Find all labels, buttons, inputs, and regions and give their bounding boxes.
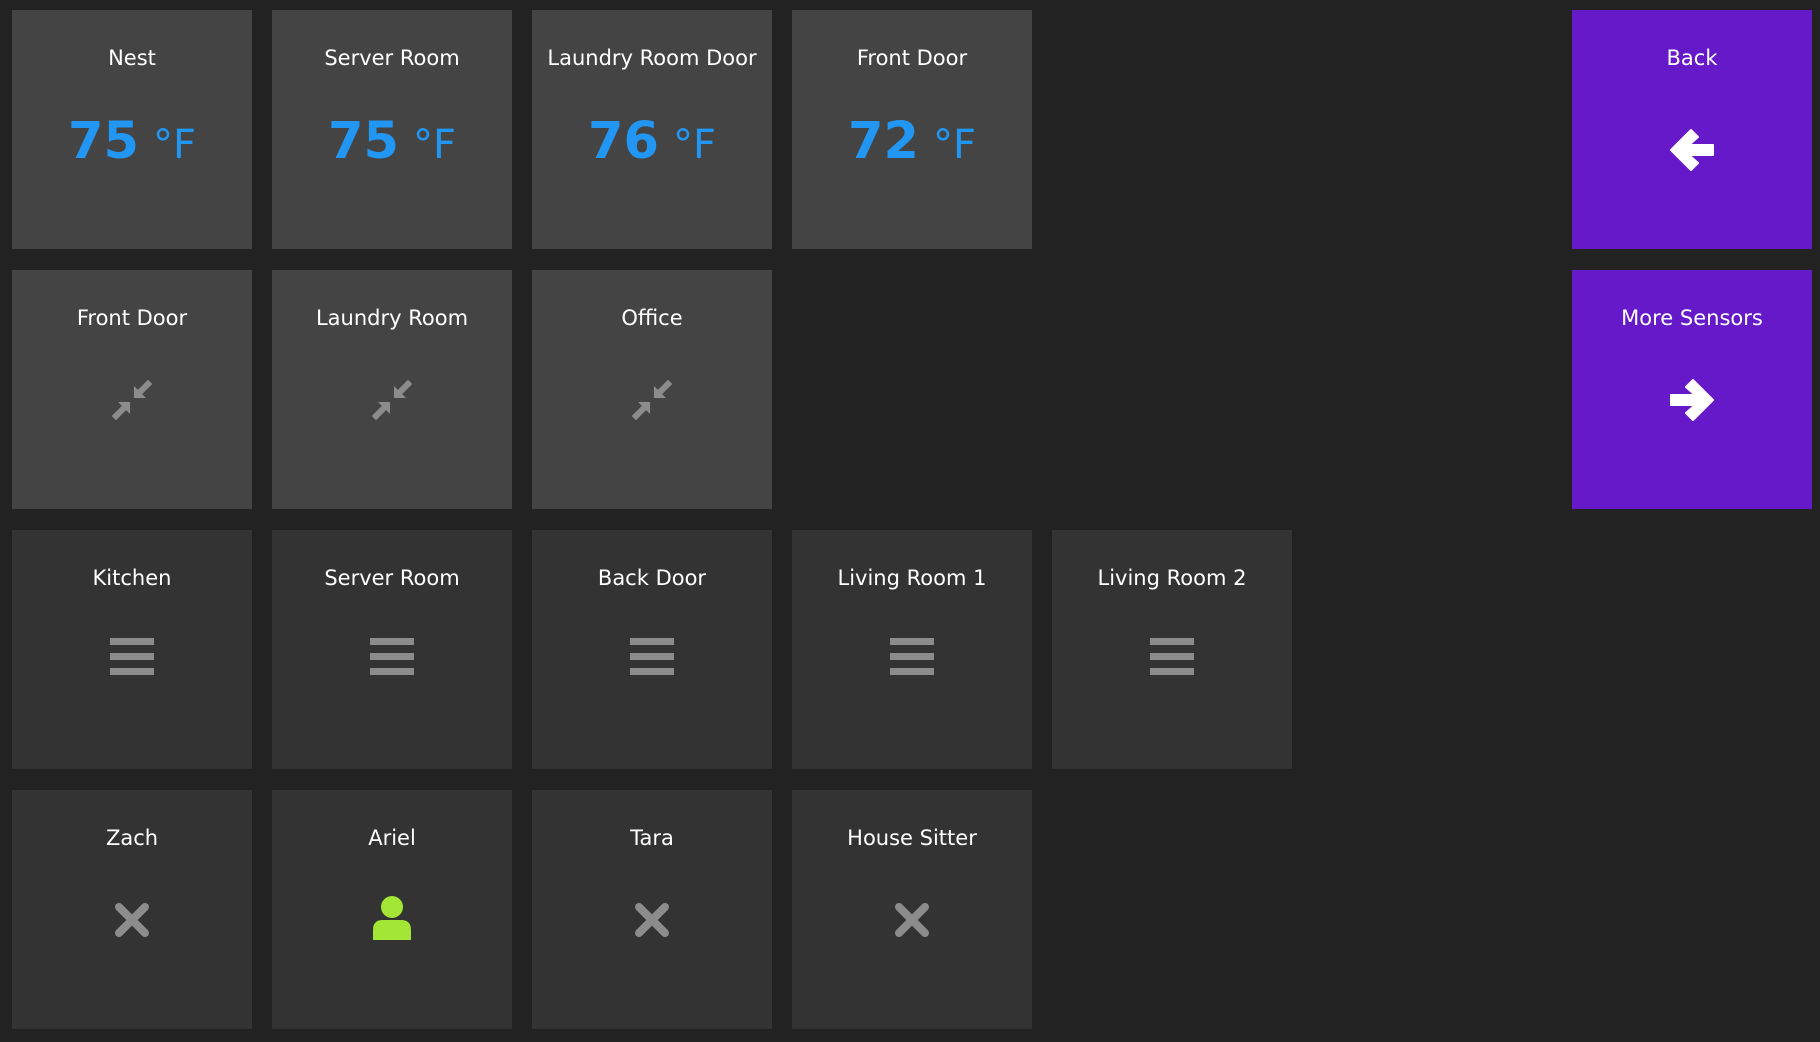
back-button-label: Back	[1666, 46, 1718, 70]
motion-tile-kitchen[interactable]: Kitchen	[12, 530, 252, 769]
tile-title: Front Door	[856, 46, 968, 70]
temperature-reading: 75 °F	[12, 116, 252, 167]
presence-tile-ariel[interactable]: Ariel	[272, 790, 512, 1029]
temperature-value: 76	[588, 112, 659, 171]
more-sensors-button[interactable]: More Sensors	[1572, 270, 1812, 509]
tile-title: Living Room 1	[837, 566, 987, 590]
x-icon	[634, 902, 670, 938]
arrow-right-icon	[1669, 378, 1715, 422]
contact-tile-front-door[interactable]: Front Door	[12, 270, 252, 509]
bars-icon	[890, 638, 934, 676]
contact-tile-office[interactable]: Office	[532, 270, 772, 509]
temperature-unit: °F	[152, 122, 196, 168]
tile-title: House Sitter	[847, 826, 977, 850]
presence-tile-zach[interactable]: Zach	[12, 790, 252, 1029]
tile-title: Server Room	[324, 566, 460, 590]
motion-tile-living-room-1[interactable]: Living Room 1	[792, 530, 1032, 769]
tile-title: Nest	[108, 46, 156, 70]
temp-tile-front-door[interactable]: Front Door 72 °F	[792, 10, 1032, 249]
temperature-reading: 76 °F	[532, 116, 772, 167]
temperature-unit: °F	[412, 122, 456, 168]
compress-closed-icon	[630, 378, 674, 422]
tile-title: Back Door	[597, 566, 707, 590]
temp-tile-laundry-room-door[interactable]: Laundry Room Door 76 °F	[532, 10, 772, 249]
motion-tile-back-door[interactable]: Back Door	[532, 530, 772, 769]
temperature-value: 75	[68, 112, 139, 171]
presence-tile-house-sitter[interactable]: House Sitter	[792, 790, 1032, 1029]
tile-title: Office	[621, 306, 683, 330]
back-button[interactable]: Back	[1572, 10, 1812, 249]
temperature-value: 72	[848, 112, 919, 171]
compress-closed-icon	[110, 378, 154, 422]
tile-title: Living Room 2	[1097, 566, 1247, 590]
bars-icon	[1150, 638, 1194, 676]
temperature-reading: 75 °F	[272, 116, 512, 167]
tile-title: Tara	[630, 826, 674, 850]
arrow-left-icon	[1669, 128, 1715, 172]
tile-title: Ariel	[368, 826, 416, 850]
motion-tile-living-room-2[interactable]: Living Room 2	[1052, 530, 1292, 769]
tile-title: Server Room	[324, 46, 460, 70]
bars-icon	[630, 638, 674, 676]
tile-title: Laundry Room Door	[547, 46, 757, 70]
compress-closed-icon	[370, 378, 414, 422]
bars-icon	[110, 638, 154, 676]
dashboard: Nest 75 °F Server Room 75 °F Laundry Room …	[0, 0, 1820, 1042]
bars-icon	[370, 638, 414, 676]
temp-tile-nest[interactable]: Nest 75 °F	[12, 10, 252, 249]
tile-title: Zach	[105, 826, 159, 850]
temperature-value: 75	[328, 112, 399, 171]
tile-title: Kitchen	[92, 566, 172, 590]
motion-tile-server-room[interactable]: Server Room	[272, 530, 512, 769]
more-sensors-button-label: More Sensors	[1621, 306, 1763, 330]
contact-tile-laundry-room[interactable]: Laundry Room	[272, 270, 512, 509]
temp-tile-server-room[interactable]: Server Room 75 °F	[272, 10, 512, 249]
person-icon	[371, 896, 413, 940]
temperature-unit: °F	[672, 122, 716, 168]
temperature-unit: °F	[932, 122, 976, 168]
temperature-reading: 72 °F	[792, 116, 1032, 167]
tile-title: Laundry Room	[315, 306, 469, 330]
tile-title: Front Door	[76, 306, 188, 330]
x-icon	[894, 902, 930, 938]
presence-tile-tara[interactable]: Tara	[532, 790, 772, 1029]
x-icon	[114, 902, 150, 938]
